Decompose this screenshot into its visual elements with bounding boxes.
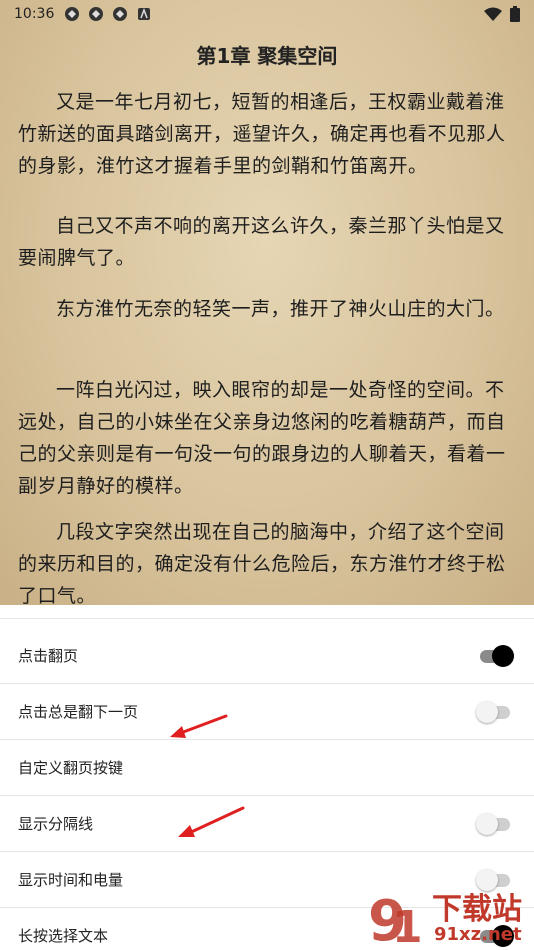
settings-row-label: 点击总是翻下一页 bbox=[18, 703, 139, 721]
svg-text:1: 1 bbox=[392, 902, 423, 950]
paragraph: 自己又不声不响的离开这么许久，秦兰那丫头怕是又要闹脾气了。 bbox=[18, 215, 505, 269]
paragraph: 几段文字突然出现在自己的脑海中，介绍了这个空间的来历和目的，确定没有什么危险后，… bbox=[18, 521, 506, 605]
settings-row-label: 显示分隔线 bbox=[18, 815, 94, 833]
show-divider-toggle[interactable] bbox=[476, 812, 514, 835]
settings-row-label: 长按选择文本 bbox=[18, 927, 109, 945]
notification-icon bbox=[138, 7, 151, 20]
status-time: 10:36 bbox=[14, 6, 55, 22]
paragraph: 东方淮竹无奈的轻笑一声，推开了神火山庄的大门。 bbox=[56, 298, 505, 320]
always-next-page-toggle[interactable] bbox=[476, 700, 514, 723]
site-watermark: 9 1 下载站 91xz.net bbox=[364, 880, 534, 950]
reader-page[interactable]: 10:36 第1章 聚集空间 又是一年七月初七，短暂的相逢后，王权霸业戴着淮竹新… bbox=[0, 0, 534, 605]
paragraph: 又是一年七月初七，短暂的相逢后，王权霸业戴着淮竹新送的面具踏剑离开，遥望许久，确… bbox=[18, 91, 506, 177]
settings-row-always-next-page[interactable]: 点击总是翻下一页 bbox=[0, 684, 534, 740]
settings-row-tap-turn-page[interactable]: 点击翻页 bbox=[0, 628, 534, 684]
settings-row-hidden[interactable] bbox=[0, 605, 534, 619]
settings-row-custom-page-keys[interactable]: 自定义翻页按键 bbox=[0, 740, 534, 796]
battery-icon bbox=[510, 6, 520, 22]
app-icon bbox=[65, 7, 80, 21]
settings-row-label: 自定义翻页按键 bbox=[18, 759, 124, 777]
chapter-title: 第1章 聚集空间 bbox=[196, 44, 338, 68]
settings-row-label: 显示时间和电量 bbox=[18, 871, 124, 889]
annotation-arrow bbox=[170, 714, 228, 738]
app-icon bbox=[89, 7, 104, 21]
paragraph: 一阵白光闪过，映入眼帘的却是一处奇怪的空间。不远处，自己的小妹坐在父亲身边悠闲的… bbox=[18, 379, 506, 497]
watermark-text: 下载站 bbox=[432, 892, 522, 927]
tap-turn-page-toggle[interactable] bbox=[476, 644, 514, 667]
annotation-arrow bbox=[178, 806, 245, 837]
settings-row-show-divider[interactable]: 显示分隔线 bbox=[0, 796, 534, 852]
settings-row-label: 点击翻页 bbox=[18, 647, 79, 665]
app-icon bbox=[113, 7, 128, 21]
status-bar: 10:36 bbox=[0, 0, 534, 28]
wifi-icon bbox=[484, 7, 502, 21]
watermark-url: 91xz.net bbox=[434, 924, 522, 945]
